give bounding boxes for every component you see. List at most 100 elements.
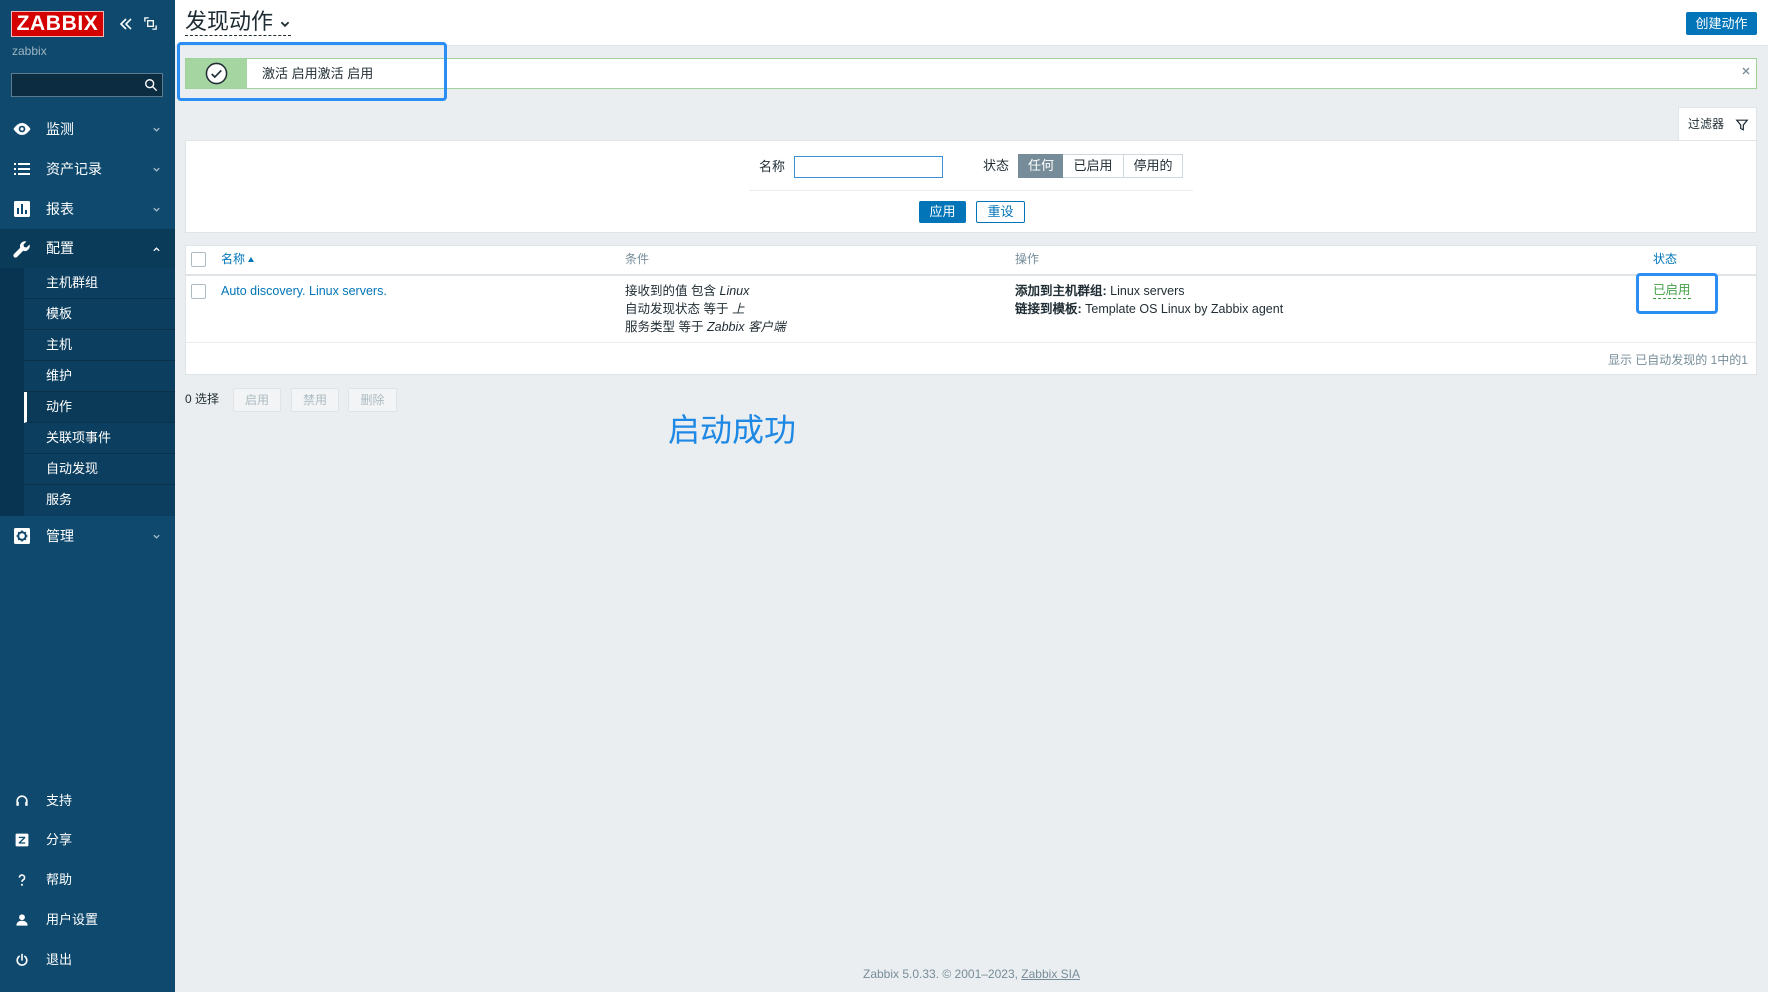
collapse-sidebar-icon[interactable] [118,16,134,32]
submenu-item-hosts[interactable]: 主机 [24,330,175,361]
menu-label: 资产记录 [46,161,102,177]
filter-status-label: 状态 [983,158,1010,173]
condition-line: 服务类型 等于 Zabbix 客户端 [625,320,786,334]
menu-label: 支持 [46,793,73,808]
menu-item-inventory[interactable]: 资产记录 [0,149,175,189]
submenu-label: 主机群组 [46,275,99,290]
apply-button[interactable]: 应用 [919,201,966,223]
filter-divider [749,190,1193,191]
select-all-checkbox[interactable] [191,252,206,267]
list-icon [12,159,32,179]
submenu-item-actions[interactable]: 动作 [24,392,175,423]
menu-item-configuration[interactable]: 配置 [0,229,175,268]
submenu-label: 维护 [46,368,73,383]
table-stats: 显示 已自动发现的 1中的1 [1607,353,1748,367]
menu-item-administration[interactable]: 管理 [0,516,175,556]
operation-line: 添加到主机群组: Linux servers [1015,284,1185,298]
mass-delete-button[interactable]: 删除 [348,388,397,412]
chevron-up-icon [152,245,161,254]
operation-line: 链接到模板: Template OS Linux by Zabbix agent [1015,302,1284,316]
action-conditions: 接收到的值 包含 Linux 自动发现状态 等于 上 服务类型 等于 Zabbi… [625,282,786,336]
menu-label: 管理 [46,528,74,544]
mass-disable-button[interactable]: 禁用 [291,388,339,412]
column-header-name[interactable]: 名称 [221,251,255,267]
highlight-box-status [1636,273,1718,314]
submenu-label: 服务 [46,492,73,507]
filter-funnel-icon [1735,119,1749,131]
menu-label: 帮助 [46,872,73,887]
menu-label: 退出 [46,952,73,967]
submenu-item-maintenance[interactable]: 维护 [24,361,175,392]
page-footer: Zabbix 5.0.33. © 2001–2023, Zabbix SIA [175,966,1768,982]
menu-item-sign-out[interactable]: 退出 [0,940,175,980]
chevron-down-icon [152,532,161,541]
configuration-submenu: 主机群组 模板 主机 维护 动作 关联项事件 自动发现 服务 [0,268,175,516]
filter-name-input[interactable] [794,156,943,178]
table-row-divider [186,342,1756,343]
menu-label: 监测 [46,121,74,137]
chevron-down-icon [152,125,161,134]
eye-icon [12,119,32,139]
submenu-label: 主机 [46,337,73,352]
create-action-button[interactable]: 创建动作 [1686,12,1757,35]
filter-name-label: 名称 [759,159,786,174]
footer-text: Zabbix 5.0.33. © 2001–2023, [863,967,1022,981]
menu-item-share[interactable]: 分享 [0,820,175,860]
column-header-conditions: 条件 [625,252,650,266]
submenu-item-discovery[interactable]: 自动发现 [24,454,175,485]
chevron-down-icon [280,21,290,28]
action-name-link[interactable]: Auto discovery. Linux servers. [221,282,387,300]
submenu-label: 关联项事件 [46,430,112,445]
column-header-operations: 操作 [1015,252,1040,266]
kiosk-mode-icon[interactable] [143,16,158,31]
sidebar-search [11,73,163,97]
zabbix-logo[interactable]: ZABBIX [11,11,104,37]
power-icon [14,952,30,968]
search-input[interactable] [12,74,138,96]
share-icon [14,832,30,848]
mass-enable-button[interactable]: 启用 [233,388,281,412]
reset-button[interactable]: 重设 [976,201,1025,223]
submenu-label: 模板 [46,306,73,321]
menu-item-help[interactable]: 帮助 [0,860,175,900]
menu-item-support[interactable]: 支持 [0,781,175,821]
user-icon [14,912,30,928]
footer-link[interactable]: Zabbix SIA [1021,967,1080,981]
condition-line: 接收到的值 包含 Linux [625,284,750,298]
action-operations: 添加到主机群组: Linux servers 链接到模板: Template O… [1015,282,1283,318]
headset-icon [14,793,30,809]
filter-panel [185,140,1757,233]
chevron-down-icon [152,165,161,174]
filter-tab-label: 过滤器 [1688,117,1725,131]
submenu-item-services[interactable]: 服务 [24,485,175,516]
page-header [175,0,1768,46]
menu-item-reports[interactable]: 报表 [0,189,175,229]
bar-chart-icon [12,199,32,219]
filter-tab[interactable]: 过滤器 [1678,107,1757,141]
submenu-item-templates[interactable]: 模板 [24,299,175,330]
sort-asc-icon [248,257,255,262]
menu-label: 用户设置 [46,912,99,927]
column-header-status[interactable]: 状态 [1653,251,1677,267]
menu-label: 配置 [46,240,74,256]
menu-item-monitoring[interactable]: 监测 [0,109,175,149]
row-checkbox[interactable] [191,284,206,299]
column-header-label: 名称 [221,252,246,266]
close-icon[interactable] [1741,66,1751,76]
submenu-item-host-groups[interactable]: 主机群组 [24,268,175,299]
search-icon[interactable] [144,78,158,92]
menu-item-user-settings[interactable]: 用户设置 [0,900,175,940]
highlight-box-message [177,42,447,101]
page-title: 发现动作 [185,9,274,34]
page-title-dropdown[interactable]: 发现动作 [185,9,292,36]
condition-line: 自动发现状态 等于 上 [625,302,745,316]
sidebar: ZABBIX zabbix 监测 资产记录 报表 配置 主机群组 模板 主机 维… [0,0,175,992]
status-option-disabled[interactable]: 停用的 [1123,154,1183,178]
annotation-text: 启动成功 [668,412,797,448]
status-option-any[interactable]: 任何 [1018,154,1064,178]
server-name: zabbix [12,44,47,58]
status-option-enabled[interactable]: 已启用 [1063,154,1124,178]
submenu-item-event-correlation[interactable]: 关联项事件 [24,423,175,454]
menu-label: 分享 [46,832,73,847]
submenu-label: 自动发现 [46,461,99,476]
